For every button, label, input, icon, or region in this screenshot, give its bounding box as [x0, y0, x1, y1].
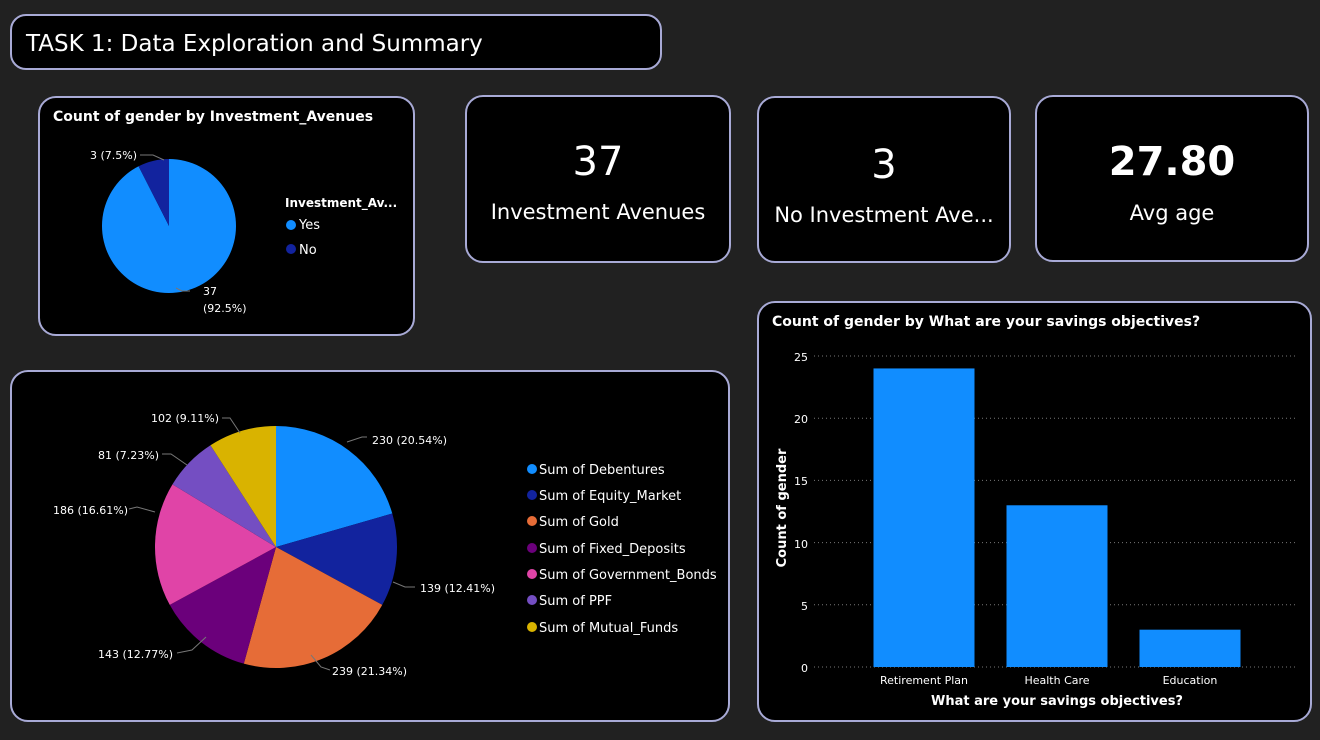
kpi-investment-avenues-label: Investment Avenues — [490, 200, 706, 224]
y-tick-label: 0 — [801, 662, 808, 675]
bar-chart-svg: 0 5 10 15 20 25 Retirement Plan Health C… — [775, 351, 1296, 709]
y-tick-label: 20 — [794, 413, 808, 426]
pie1-label-yes-value: 37 — [203, 285, 217, 298]
pie2-label-mutual: 102 (9.11%) — [151, 412, 219, 425]
y-tick-label: 10 — [794, 538, 808, 551]
pie2-legend-debentures[interactable]: Sum of Debentures — [539, 463, 665, 478]
pie2-legend-equity[interactable]: Sum of Equity_Market — [539, 489, 681, 504]
pie2-legend-dot-gold — [527, 516, 537, 526]
kpi-no-investment-label: No Investment Ave... — [774, 203, 994, 227]
savings-objectives-bar-card[interactable]: Count of gender by What are your savings… — [757, 301, 1312, 722]
pie2-legend-dot-fixed — [527, 543, 537, 553]
pie2-label-ppf: 81 (7.23%) — [98, 449, 159, 462]
pie2-legend-mutual[interactable]: Sum of Mutual_Funds — [539, 621, 678, 636]
pie2-leader-debentures — [346, 436, 367, 443]
kpi-avg-age-card[interactable]: 27.80 Avg age — [1035, 95, 1309, 262]
pie2-label-equity: 139 (12.41%) — [420, 582, 495, 595]
pie1-legend-title: Investment_Av... — [285, 196, 397, 211]
pie2-leader-equity — [392, 581, 415, 588]
kpi-investment-avenues-card[interactable]: 37 Investment Avenues — [465, 95, 731, 263]
pie2-label-fixed: 143 (12.77%) — [98, 648, 173, 661]
page-title: TASK 1: Data Exploration and Summary — [26, 31, 483, 57]
pie2-leader-mutual — [222, 417, 241, 434]
bar-education[interactable] — [1139, 629, 1241, 667]
pie2-leader-govt — [128, 506, 156, 513]
kpi-avg-age-value: 27.80 — [1108, 139, 1236, 185]
pie2-legend-ppf[interactable]: Sum of PPF — [539, 594, 612, 609]
pie2-label-debentures: 230 (20.54%) — [372, 434, 447, 447]
pie2-legend-govt[interactable]: Sum of Government_Bonds — [539, 568, 717, 583]
pie1-legend-dot-yes — [286, 220, 296, 230]
pie2-label-govt: 186 (16.61%) — [53, 504, 128, 517]
y-tick-label: 25 — [794, 351, 808, 364]
title-card: TASK 1: Data Exploration and Summary — [10, 14, 662, 70]
pie2-legend-dot-govt — [527, 569, 537, 579]
x-tick-label: Education — [1163, 674, 1218, 687]
pie1-label-no: 3 (7.5%) — [90, 149, 137, 162]
x-tick-label: Health Care — [1024, 674, 1089, 687]
pie2-legend-dot-equity — [527, 490, 537, 500]
pie2-legend-dot-ppf — [527, 595, 537, 605]
pie2-legend-dot-mutual — [527, 622, 537, 632]
y-tick-label: 5 — [801, 600, 808, 613]
pie1-legend-no[interactable]: No — [299, 243, 317, 258]
pie1-legend-dot-no — [286, 244, 296, 254]
pie1-legend-yes[interactable]: Yes — [298, 218, 320, 233]
y-tick-label: 15 — [794, 475, 808, 488]
pie2-legend-fixed[interactable]: Sum of Fixed_Deposits — [539, 542, 686, 557]
gender-investment-pie-card[interactable]: Count of gender by Investment_Avenues 3 … — [38, 96, 415, 336]
pie1-leader-no — [140, 154, 165, 161]
pie1-svg: 3 (7.5%) 37 (92.5%) Investment_Av... Yes… — [90, 149, 397, 315]
bar-health-care[interactable] — [1006, 505, 1108, 667]
kpi-avg-age-label: Avg age — [1129, 201, 1215, 225]
bar-retirement-plan[interactable] — [873, 368, 975, 667]
kpi-no-investment-card[interactable]: 3 No Investment Ave... — [757, 96, 1011, 263]
pie2-svg: 230 (20.54%) 139 (12.41%) 239 (21.34%) 1… — [53, 412, 717, 678]
pie2-leader-ppf — [162, 453, 188, 466]
x-axis-title: What are your savings objectives? — [931, 694, 1183, 709]
kpi-investment-avenues-value: 37 — [572, 139, 624, 185]
investment-sums-pie-card[interactable]: 230 (20.54%) 139 (12.41%) 239 (21.34%) 1… — [10, 370, 730, 722]
kpi-no-investment-value: 3 — [871, 142, 897, 188]
pie2-label-gold: 239 (21.34%) — [332, 665, 407, 678]
pie2-legend-gold[interactable]: Sum of Gold — [539, 515, 619, 530]
y-axis-title: Count of gender — [775, 448, 790, 567]
x-tick-label: Retirement Plan — [880, 674, 968, 687]
pie1-label-yes-pct: (92.5%) — [203, 302, 247, 315]
pie2-legend-dot-debentures — [527, 464, 537, 474]
pie1-slice-yes[interactable] — [102, 159, 237, 293]
